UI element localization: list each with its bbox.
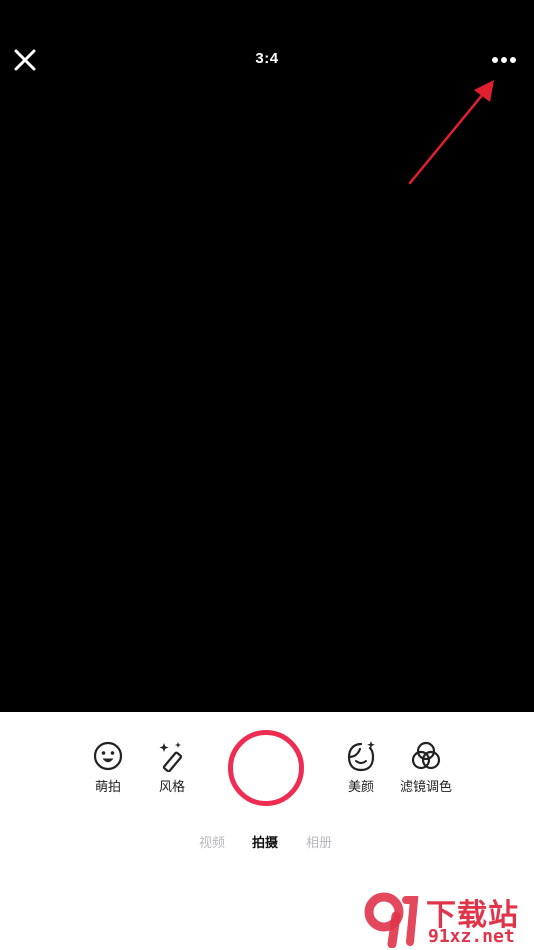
close-button[interactable] xyxy=(11,46,39,74)
sticker-tool-button[interactable]: 萌拍 xyxy=(73,740,143,795)
tool-label: 滤镜调色 xyxy=(399,779,452,794)
mode-selector: 视频 拍摄 相册 xyxy=(0,832,534,852)
tool-label: 萌拍 xyxy=(94,779,121,794)
magic-wand-icon xyxy=(159,742,183,772)
watermark-logo-icon xyxy=(364,892,419,948)
more-options-button[interactable] xyxy=(490,52,520,68)
tool-label: 美颜 xyxy=(347,779,374,794)
aspect-ratio-button[interactable]: 3:4 xyxy=(255,50,278,67)
more-horizontal-icon xyxy=(492,57,516,63)
tool-label: 风格 xyxy=(158,779,185,794)
mode-video-tab[interactable]: 视频 xyxy=(199,832,225,851)
filter-circles-icon xyxy=(411,741,441,770)
close-icon xyxy=(14,49,36,71)
site-watermark: 下载站 91xz.net xyxy=(362,890,532,948)
shutter-button[interactable] xyxy=(228,730,304,806)
mode-photo-tab[interactable]: 拍摄 xyxy=(252,832,278,851)
beauty-face-icon xyxy=(347,741,375,772)
smiley-face-icon xyxy=(93,741,123,771)
beauty-tool-button[interactable]: 美颜 xyxy=(326,740,396,795)
annotation-arrow xyxy=(408,80,494,185)
style-tool-button[interactable]: 风格 xyxy=(137,740,207,795)
filter-tool-button[interactable]: 滤镜调色 xyxy=(391,740,461,795)
mode-album-tab[interactable]: 相册 xyxy=(306,832,332,851)
watermark-url: 91xz.net xyxy=(428,926,515,947)
